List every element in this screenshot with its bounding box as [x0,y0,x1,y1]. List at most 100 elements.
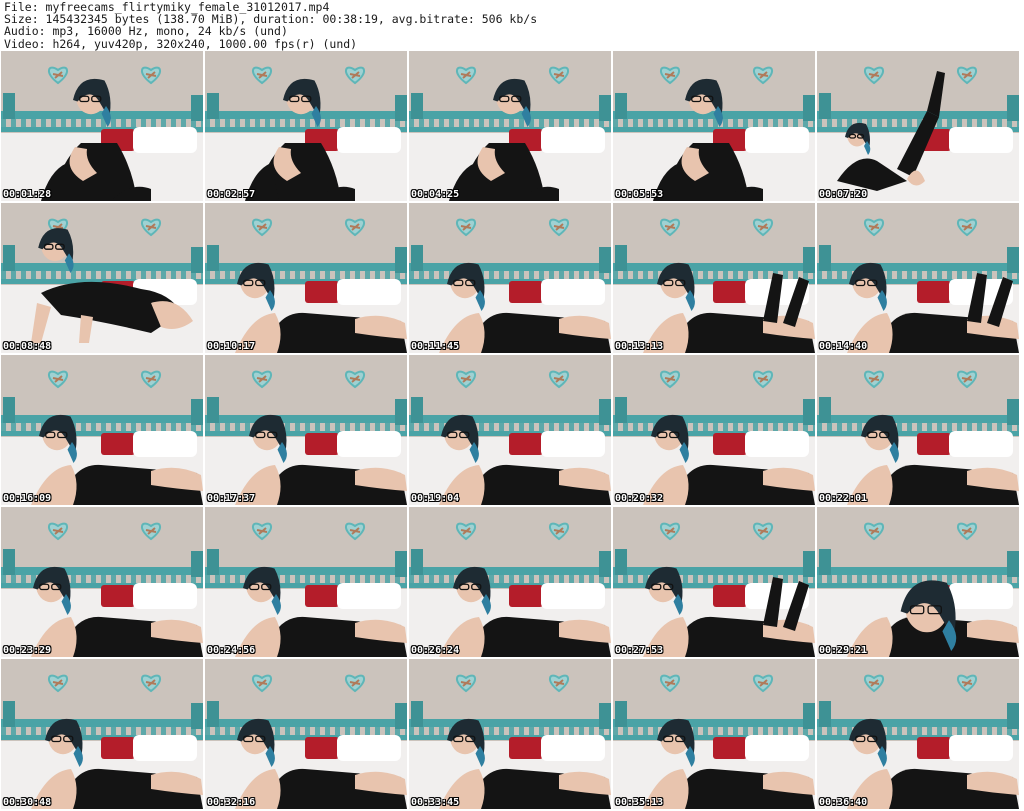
white-pillow [337,735,401,761]
timestamp-label: 00:23:29 [3,645,52,656]
thumbnail-image [409,51,611,201]
thumbnail-frame[interactable]: 00:14:40 [817,203,1019,353]
thumbnail-image [613,355,815,505]
white-pillow [337,127,401,153]
audio-info-line: Audio: mp3, 16000 Hz, mono, 24 kb/s (und… [4,24,288,39]
red-pillow [917,737,951,759]
thumbnail-frame[interactable]: 00:35:13 [613,659,815,809]
red-pillow [713,737,747,759]
video-info-line: Video: h264, yuv420p, 320x240, 1000.00 f… [4,36,358,51]
thumbnail-frame[interactable]: 00:08:48 [1,203,203,353]
thumbnail-image [1,203,203,353]
thumbnail-image [613,659,815,809]
thumbnail-frame[interactable]: 00:13:13 [613,203,815,353]
white-pillow [133,431,197,457]
red-pillow [101,737,135,759]
thumbnail-frame[interactable]: 00:07:20 [817,51,1019,201]
thumbnail-frame[interactable]: 00:22:01 [817,355,1019,505]
timestamp-label: 00:22:01 [819,493,868,504]
thumbnail-frame[interactable]: 00:29:21 [817,507,1019,657]
thumbnail-image [409,659,611,809]
red-pillow [917,433,951,455]
thumbnail-frame[interactable]: 00:27:53 [613,507,815,657]
thumbnail-image [205,51,407,201]
thumbnail-frame[interactable]: 00:02:57 [205,51,407,201]
timestamp-label: 00:10:17 [207,341,256,352]
red-pillow [509,433,543,455]
thumbnail-frame[interactable]: 00:30:48 [1,659,203,809]
thumbnail-frame[interactable]: 00:33:45 [409,659,611,809]
thumbnail-image [409,203,611,353]
thumbnail-frame[interactable]: 00:16:09 [1,355,203,505]
red-pillow [713,281,747,303]
red-pillow [509,737,543,759]
white-pillow [745,431,809,457]
timestamp-label: 00:04:25 [411,189,460,200]
thumbnail-image [817,659,1019,809]
timestamp-label: 00:13:13 [615,341,664,352]
thumbnail-image [205,203,407,353]
thumbnail-frame[interactable]: 00:10:17 [205,203,407,353]
white-pillow [337,431,401,457]
thumbnail-frame[interactable]: 00:04:25 [409,51,611,201]
thumbnail-image [613,203,815,353]
red-pillow [305,281,339,303]
thumbnail-image [205,355,407,505]
timestamp-label: 00:24:56 [207,645,256,656]
thumbnail-frame[interactable]: 00:24:56 [205,507,407,657]
thumbnail-frame[interactable]: 00:36:40 [817,659,1019,809]
white-pillow [949,735,1013,761]
timestamp-label: 00:07:20 [819,189,868,200]
red-pillow [509,585,543,607]
red-pillow [305,737,339,759]
timestamp-label: 00:29:21 [819,645,868,656]
thumbnail-image [817,355,1019,505]
red-pillow [101,585,135,607]
thumbnail-frame[interactable]: 00:11:45 [409,203,611,353]
timestamp-label: 00:19:04 [411,493,460,504]
white-pillow [133,583,197,609]
thumbnail-frame[interactable]: 00:05:53 [613,51,815,201]
white-pillow [949,431,1013,457]
thumbnail-frame[interactable]: 00:32:16 [205,659,407,809]
thumbnail-frame[interactable]: 00:17:37 [205,355,407,505]
red-pillow [713,433,747,455]
thumbnail-image [1,507,203,657]
timestamp-label: 00:20:32 [615,493,664,504]
thumbnail-grid: 00:01:28 00:02:57 00:04:25 00:05:53 00:07:20… [1,51,1023,811]
thumbnail-image [1,355,203,505]
thumbnail-image [613,507,815,657]
thumbnail-frame[interactable]: 00:20:32 [613,355,815,505]
white-pillow [745,735,809,761]
thumbnail-image [1,51,203,201]
timestamp-label: 00:30:48 [3,797,52,808]
thumbnail-image [817,51,1019,201]
thumbnail-frame[interactable]: 00:26:24 [409,507,611,657]
thumbnail-image [409,507,611,657]
timestamp-label: 00:11:45 [411,341,460,352]
white-pillow [133,735,197,761]
white-pillow [337,583,401,609]
thumbnail-frame[interactable]: 00:23:29 [1,507,203,657]
thumbnail-frame[interactable]: 00:01:28 [1,51,203,201]
timestamp-label: 00:36:40 [819,797,868,808]
timestamp-label: 00:35:13 [615,797,664,808]
white-pillow [337,279,401,305]
timestamp-label: 00:17:37 [207,493,256,504]
red-pillow [713,585,747,607]
red-pillow [305,433,339,455]
white-pillow [541,127,605,153]
timestamp-label: 00:08:48 [3,341,52,352]
thumbnail-image [613,51,815,201]
thumbnail-image [1,659,203,809]
thumbnail-frame[interactable]: 00:19:04 [409,355,611,505]
timestamp-label: 00:14:40 [819,341,868,352]
thumbnail-image [205,507,407,657]
red-pillow [305,585,339,607]
red-pillow [101,433,135,455]
white-pillow [949,583,1013,609]
white-pillow [541,431,605,457]
thumbnail-image [205,659,407,809]
timestamp-label: 00:16:09 [3,493,52,504]
timestamp-label: 00:27:53 [615,645,664,656]
